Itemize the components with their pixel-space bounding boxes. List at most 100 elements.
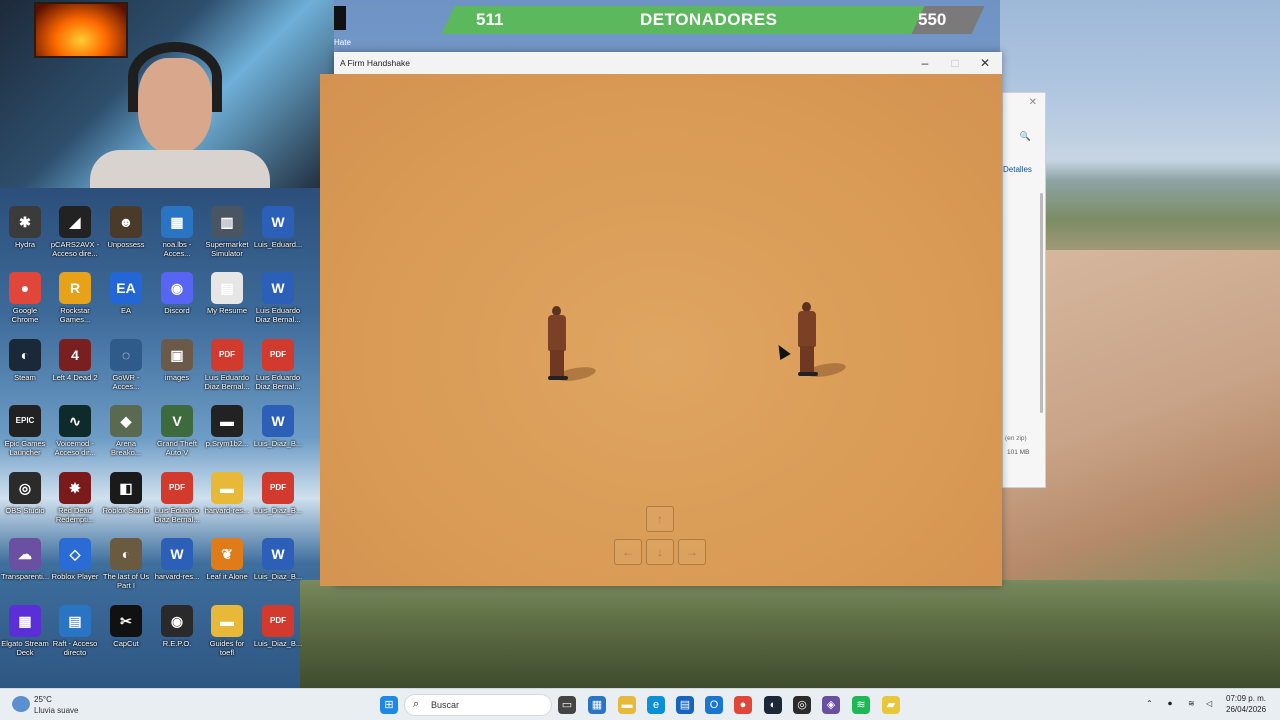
desktop-shortcut[interactable]: PDF Luis Eduardo Diaz Bernal...	[202, 339, 252, 391]
chrome-icon[interactable]: ●	[734, 696, 752, 714]
desktop-shortcut-label: Arena Breako...	[110, 439, 141, 457]
file-explorer-window[interactable]: ✕ 🔍 Detalles (en zip) 101 MB	[1002, 92, 1046, 488]
desktop-shortcut[interactable]: EA EA	[101, 272, 151, 315]
desktop-shortcut[interactable]: W Luis Eduardo Diaz Bernal...	[253, 272, 303, 324]
desktop-shortcut[interactable]: ✸ Red Dead Redempti...	[50, 472, 100, 524]
sticky-app-icon[interactable]: ▰	[882, 696, 900, 714]
partial-desktop-icon[interactable]	[334, 6, 346, 30]
desktop-shortcut[interactable]: ∿ Voicemod - Acceso dir...	[50, 405, 100, 457]
start-button-icon[interactable]: ⊞	[380, 696, 398, 714]
app-icon: ▬	[211, 405, 243, 437]
weather-temperature[interactable]: 25°C	[34, 695, 52, 704]
desktop-shortcut-label: Guides for toefl	[209, 639, 245, 657]
desktop-shortcut[interactable]: ◇ Roblox Player	[50, 538, 100, 581]
desktop-shortcut[interactable]: ◢ pCARS2AVX - Acceso dire...	[50, 206, 100, 258]
app-icon: ◆	[110, 405, 142, 437]
app-icon: PDF	[262, 605, 294, 637]
desktop-shortcut[interactable]: EPIC Epic Games Launcher	[0, 405, 50, 457]
desktop-shortcut[interactable]: ▥ Supermarket Simulator	[202, 206, 252, 258]
desktop-shortcut[interactable]: W Luis_Eduard...	[253, 206, 303, 249]
desktop-shortcut[interactable]: ✱ Hydra	[0, 206, 50, 249]
desktop-shortcut[interactable]: Wharvard-res...	[152, 538, 202, 581]
close-button[interactable]: ✕	[970, 52, 1000, 74]
store-icon[interactable]: ▦	[588, 696, 606, 714]
fireplace-screen	[34, 2, 128, 58]
app-icon: ▣	[161, 339, 193, 371]
obs-icon[interactable]: ◎	[793, 696, 811, 714]
maximize-button[interactable]: □	[940, 52, 970, 74]
app-icon: ◧	[110, 472, 142, 504]
game-window[interactable]: A Firm Handshake – □ ✕ ↑ ← ↓ →	[320, 52, 1002, 586]
desktop-shortcut-label: Red Dead Redempti...	[55, 506, 95, 524]
minimize-button[interactable]: –	[910, 52, 940, 74]
game-canvas[interactable]: ↑ ← ↓ →	[320, 74, 1002, 586]
edge-icon[interactable]: e	[647, 696, 665, 714]
explorer-search-icon[interactable]: 🔍	[1020, 131, 1031, 142]
desktop-shortcut[interactable]: W Luis_Diaz_B...	[253, 538, 303, 581]
task-view-icon[interactable]: ▭	[558, 696, 576, 714]
character-legs	[800, 346, 814, 374]
desktop-shortcut[interactable]: PDF Luis Eduardo Diaz Bernal...	[253, 339, 303, 391]
partial-desktop-icon-label: Hate	[334, 38, 351, 47]
desktop-shortcut[interactable]: ▦ Elgato Stream Deck	[0, 605, 50, 657]
game-titlebar[interactable]: A Firm Handshake – □ ✕	[334, 52, 1002, 74]
desktop-shortcut[interactable]: ◧ Roblox Studio	[101, 472, 151, 515]
microphone-icon[interactable]: ⏺	[1168, 699, 1172, 709]
desktop-shortcut-label: EA	[120, 306, 131, 315]
file-explorer-icon[interactable]: ▬	[618, 696, 636, 714]
desktop-shortcut[interactable]: ◉ Discord	[152, 272, 202, 315]
clock-time[interactable]: 07:09 p. m.	[1226, 694, 1266, 703]
calculator-icon[interactable]: ▤	[676, 696, 694, 714]
desktop-shortcut[interactable]: PDF Luis_Diaz_B...	[253, 605, 303, 648]
desktop-shortcut[interactable]: ▬ harvard-res...	[202, 472, 252, 515]
outlook-icon[interactable]: O	[705, 696, 723, 714]
desktop-shortcut[interactable]: ◎ OBS Studio	[0, 472, 50, 515]
explorer-close-icon[interactable]: ✕	[1029, 97, 1037, 108]
weather-icon[interactable]	[12, 696, 30, 712]
desktop-shortcut[interactable]: 4 Left 4 Dead 2	[50, 339, 100, 382]
taskbar: 25°C Lluvia suave ⊞ ⌕ Buscar ▭ ▦ ▬ e ▤ O…	[0, 688, 1280, 720]
weather-description[interactable]: Lluvia suave	[34, 706, 78, 715]
desktop-shortcut-label: GoWR - Acces...	[112, 373, 140, 391]
volume-icon[interactable]: ◁	[1206, 699, 1212, 708]
search-icon: ⌕	[413, 698, 420, 710]
desktop-shortcut-label: noa.lbs - Acces...	[162, 240, 192, 258]
desktop-shortcut[interactable]: ▬ Guides for toefl	[202, 605, 252, 657]
desktop-shortcut[interactable]: ☻ Unpossess	[101, 206, 151, 249]
desktop-shortcut[interactable]: V Grand Theft Auto V	[152, 405, 202, 457]
desktop-shortcut[interactable]: R Rockstar Games...	[50, 272, 100, 324]
desktop-shortcut-label: R.E.P.O.	[162, 639, 192, 648]
desktop-shortcut[interactable]: ▬ p.Srym1b2...	[202, 405, 252, 448]
desktop-shortcut[interactable]: ❦ Leaf it Alone	[202, 538, 252, 581]
desktop-shortcut-label: Voicemod - Acceso dir...	[54, 439, 96, 457]
tray-overflow-icon[interactable]: ⌃	[1146, 699, 1153, 708]
detonadores-goal-count: 550	[918, 10, 947, 29]
explorer-details-label[interactable]: Detalles	[1003, 165, 1032, 174]
app-icon: ✱	[9, 206, 41, 238]
desktop-shortcut[interactable]: ◐ The last of Us Part I	[101, 538, 151, 590]
desktop-shortcut[interactable]: W Luis_Diaz_B...	[253, 405, 303, 448]
spotify-icon[interactable]: ≋	[852, 696, 870, 714]
desktop-shortcut[interactable]: ● Google Chrome	[0, 272, 50, 324]
desktop-shortcut[interactable]: PDF Luis_Diaz_B...	[253, 472, 303, 515]
desktop-shortcut[interactable]: ◐ Steam	[0, 339, 50, 382]
desktop-shortcut[interactable]: ✂ CapCut	[101, 605, 151, 648]
steam-icon[interactable]: ◐	[764, 696, 782, 714]
twitch-icon[interactable]: ◈	[822, 696, 840, 714]
desktop-shortcut[interactable]: ▤ Raft - Acceso directo	[50, 605, 100, 657]
explorer-scrollbar[interactable]	[1040, 193, 1043, 413]
desktop-shortcut-label: harvard-res...	[204, 506, 250, 515]
desktop-shortcut[interactable]: ▦ noa.lbs - Acces...	[152, 206, 202, 258]
taskbar-search-box[interactable]: ⌕ Buscar	[404, 694, 552, 716]
wifi-icon[interactable]: ≋	[1188, 699, 1195, 708]
desktop-shortcut-label: Luis Eduardo Diaz Bernal...	[255, 306, 301, 324]
desktop-shortcut[interactable]: ◉ R.E.P.O.	[152, 605, 202, 648]
desktop-shortcut[interactable]: ◌ GoWR - Acces...	[101, 339, 151, 391]
desktop-shortcut[interactable]: ☁ Transparenti...	[0, 538, 50, 581]
desktop-shortcut[interactable]: ▣ images	[152, 339, 202, 382]
key-right-hint: →	[678, 539, 706, 565]
clock-date[interactable]: 26/04/2026	[1226, 705, 1266, 714]
desktop-shortcut[interactable]: ◆ Arena Breako...	[101, 405, 151, 457]
desktop-shortcut[interactable]: ▤ My Resume	[202, 272, 252, 315]
desktop-shortcut[interactable]: PDF Luis Eduardo Diaz Bernal...	[152, 472, 202, 524]
